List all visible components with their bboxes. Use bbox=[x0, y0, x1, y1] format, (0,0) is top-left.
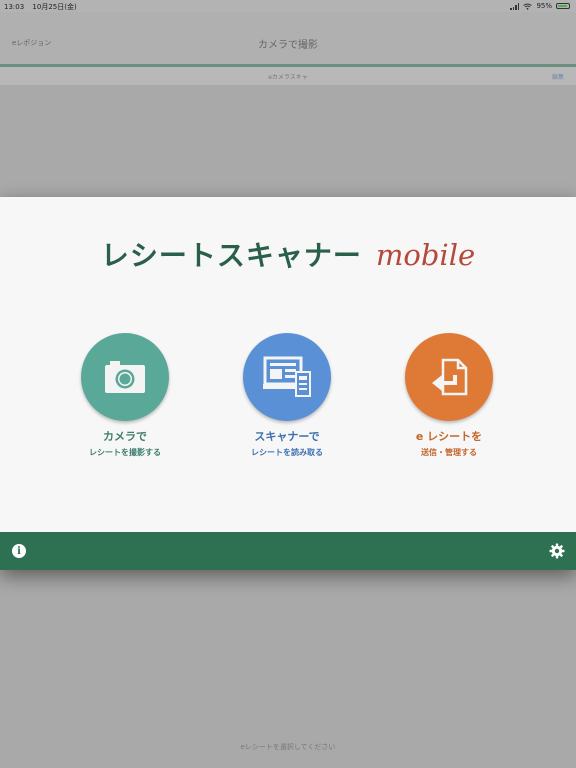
app-title: レシートスキャナー mobile bbox=[0, 234, 576, 274]
wifi-icon bbox=[523, 3, 533, 10]
app-title-mobile: mobile bbox=[375, 238, 476, 272]
battery-percent: 95% bbox=[536, 2, 552, 10]
signal-icon bbox=[510, 2, 520, 10]
scanner-read-button[interactable]: スキャナーで レシートを読み取る bbox=[212, 333, 362, 458]
ereceipt-label: e レシートを bbox=[415, 430, 483, 443]
status-right: 95% bbox=[510, 2, 570, 10]
scanner-circle[interactable] bbox=[243, 333, 331, 421]
status-date: 10月25日(金) bbox=[32, 3, 77, 11]
status-time: 13:03 bbox=[4, 3, 25, 11]
ereceipt-sublabel: 送信・管理する bbox=[421, 448, 477, 457]
background-nav-title: カメラで撮影 bbox=[258, 40, 318, 51]
camera-circle[interactable] bbox=[81, 333, 169, 421]
background-nav-bar: eレポジョン カメラで撮影 bbox=[0, 12, 576, 64]
status-left: 13:03 10月25日(金) bbox=[4, 2, 77, 12]
background-sub-title: eカメラスキャ bbox=[268, 74, 308, 81]
background-edit-button: 編集 bbox=[551, 74, 564, 81]
scanner-icon bbox=[263, 356, 311, 397]
camera-label: カメラで bbox=[103, 430, 147, 443]
info-icon[interactable]: i bbox=[12, 544, 26, 558]
gear-icon[interactable] bbox=[549, 543, 565, 559]
app-title-japanese: レシートスキャナー bbox=[100, 239, 362, 272]
background-footer-text: eレシートを選択してください bbox=[240, 743, 336, 751]
launcher-modal: レシートスキャナー mobile カメラで レシートを撮影する スキャナーで レ… bbox=[0, 197, 576, 570]
battery-icon bbox=[556, 3, 570, 9]
camera-capture-button[interactable]: カメラで レシートを撮影する bbox=[50, 333, 200, 458]
bottom-toolbar: i bbox=[0, 532, 576, 570]
background-sub-bar: eカメラスキャ 編集 bbox=[0, 67, 576, 85]
ereceipt-send-manage-button[interactable]: e レシートを 送信・管理する bbox=[374, 333, 524, 458]
scanner-sublabel: レシートを読み取る bbox=[251, 448, 323, 457]
camera-sublabel: レシートを撮影する bbox=[89, 448, 161, 457]
scanner-label: スキャナーで bbox=[254, 430, 320, 443]
status-bar: 13:03 10月25日(金) 95% bbox=[0, 0, 576, 12]
camera-icon bbox=[105, 361, 145, 393]
ereceipt-circle[interactable] bbox=[405, 333, 493, 421]
send-document-icon bbox=[432, 358, 468, 396]
